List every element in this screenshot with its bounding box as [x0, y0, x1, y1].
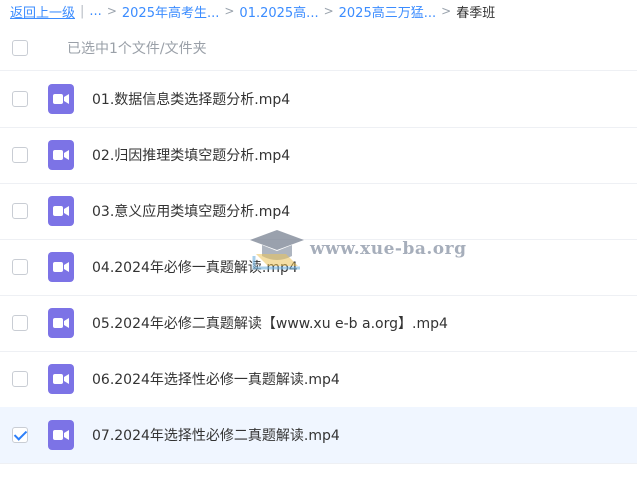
- file-name[interactable]: 03.意义应用类填空题分析.mp4: [92, 201, 290, 221]
- file-name[interactable]: 02.归因推理类填空题分析.mp4: [92, 145, 290, 165]
- file-name[interactable]: 04.2024年必修一真题解读.mp4: [92, 257, 298, 277]
- breadcrumb-current: 春季班: [456, 5, 496, 21]
- chevron-right-icon: >: [323, 4, 334, 18]
- breadcrumb: 返回上一级 | ... > 2025年高考生... > 01.2025高... …: [0, 0, 637, 22]
- row-checkbox[interactable]: [12, 259, 28, 275]
- video-file-icon: [48, 196, 74, 226]
- selection-count: 已选中1个文件/文件夹: [67, 41, 207, 57]
- row-checkbox-checked[interactable]: [12, 427, 28, 443]
- chevron-right-icon: >: [441, 4, 452, 18]
- file-row[interactable]: 06.2024年选择性必修一真题解读.mp4: [0, 351, 637, 408]
- selection-header: 已选中1个文件/文件夹: [0, 26, 637, 71]
- video-file-icon: [48, 84, 74, 114]
- file-row[interactable]: 03.意义应用类填空题分析.mp4: [0, 183, 637, 240]
- row-checkbox[interactable]: [12, 147, 28, 163]
- breadcrumb-divider: |: [80, 3, 85, 19]
- select-all-checkbox[interactable]: [12, 40, 28, 56]
- row-checkbox[interactable]: [12, 371, 28, 387]
- file-name[interactable]: 05.2024年必修二真题解读【www.xu e-b a.org】.mp4: [92, 313, 448, 333]
- file-name[interactable]: 01.数据信息类选择题分析.mp4: [92, 89, 290, 109]
- file-row-selected[interactable]: 07.2024年选择性必修二真题解读.mp4: [0, 407, 637, 464]
- file-row[interactable]: 02.归因推理类填空题分析.mp4: [0, 127, 637, 184]
- chevron-right-icon: >: [224, 4, 235, 18]
- chevron-right-icon: >: [106, 4, 117, 18]
- file-name[interactable]: 06.2024年选择性必修一真题解读.mp4: [92, 369, 340, 389]
- row-checkbox[interactable]: [12, 315, 28, 331]
- row-checkbox[interactable]: [12, 203, 28, 219]
- file-row[interactable]: 01.数据信息类选择题分析.mp4: [0, 71, 637, 128]
- breadcrumb-ellipsis[interactable]: ...: [89, 4, 101, 19]
- video-file-icon: [48, 252, 74, 282]
- video-file-icon: [48, 140, 74, 170]
- video-file-icon: [48, 364, 74, 394]
- breadcrumb-item-1[interactable]: 2025年高考生...: [122, 2, 219, 21]
- row-checkbox[interactable]: [12, 91, 28, 107]
- file-row[interactable]: 04.2024年必修一真题解读.mp4: [0, 239, 637, 296]
- breadcrumb-item-2[interactable]: 01.2025高...: [239, 2, 318, 21]
- video-file-icon: [48, 420, 74, 450]
- file-name[interactable]: 07.2024年选择性必修二真题解读.mp4: [92, 425, 340, 445]
- back-link[interactable]: 返回上一级: [10, 2, 75, 21]
- video-file-icon: [48, 308, 74, 338]
- file-row[interactable]: 05.2024年必修二真题解读【www.xu e-b a.org】.mp4: [0, 295, 637, 352]
- breadcrumb-item-3[interactable]: 2025高三万猛...: [339, 2, 436, 21]
